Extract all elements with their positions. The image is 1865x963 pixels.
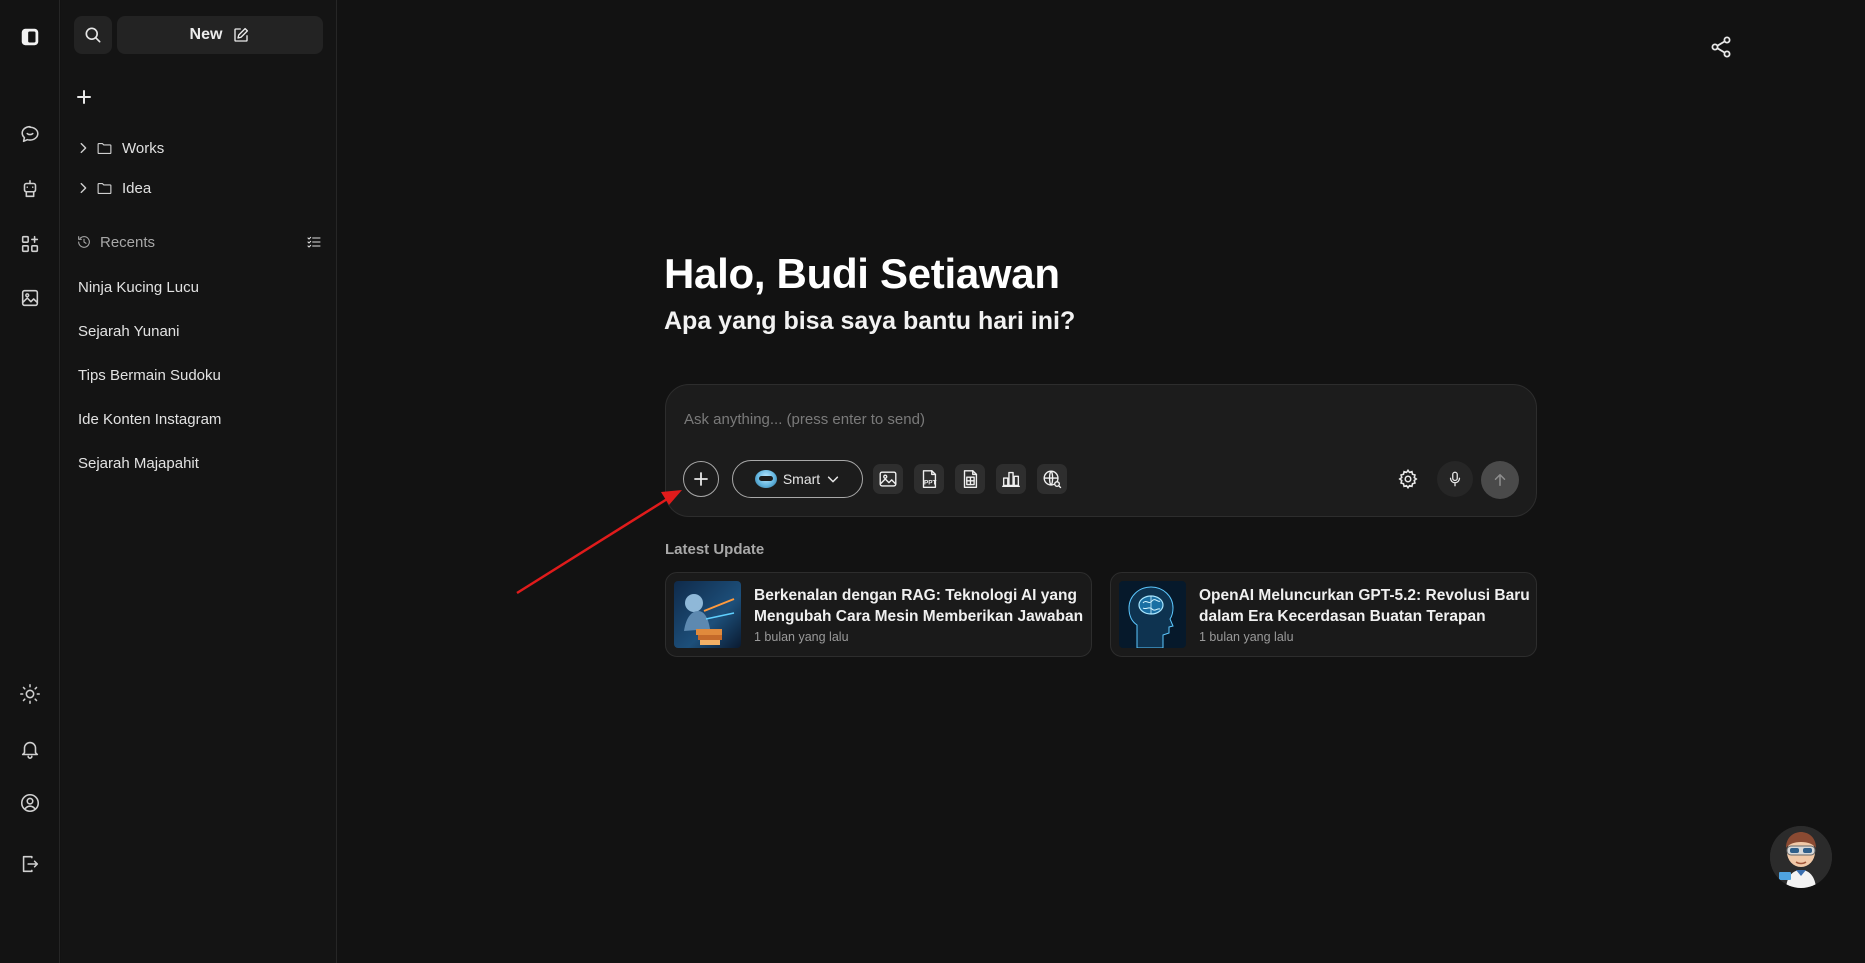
- settings-button[interactable]: [1393, 464, 1423, 494]
- folder-icon: [97, 182, 112, 194]
- assistant-avatar-button[interactable]: [1770, 826, 1832, 888]
- latest-update-label: Latest Update: [665, 541, 765, 558]
- folder-item-idea[interactable]: Idea: [76, 176, 151, 200]
- chevron-right-icon: [80, 142, 87, 154]
- folder-label: Idea: [122, 179, 152, 197]
- spreadsheet-icon: [963, 470, 978, 488]
- profile-button[interactable]: [10, 783, 50, 823]
- recent-chat-item[interactable]: Ide Konten Instagram: [78, 411, 221, 428]
- image-icon: [879, 471, 897, 487]
- add-folder-button[interactable]: [74, 87, 94, 107]
- recent-chat-item[interactable]: Tips Bermain Sudoku: [78, 367, 221, 384]
- toggle-sidebar-button[interactable]: [10, 17, 50, 57]
- web-search-tool-button[interactable]: [1037, 464, 1067, 494]
- apps-grid-icon: [21, 235, 39, 253]
- apps-nav-button[interactable]: [10, 224, 50, 264]
- edit-icon: [234, 27, 249, 42]
- microphone-icon: [1449, 471, 1461, 487]
- gallery-nav-button[interactable]: [10, 278, 50, 318]
- image-icon: [21, 289, 39, 307]
- sun-icon: [20, 684, 40, 704]
- attach-button[interactable]: [683, 461, 719, 497]
- sidebar: New Works Idea Recents Ninja Kucing Lucu…: [61, 0, 337, 963]
- news-title: Berkenalan dengan RAG: Teknologi AI yang…: [754, 587, 1084, 625]
- theme-toggle-button[interactable]: [10, 674, 50, 714]
- chat-bubble-icon: [21, 125, 39, 143]
- folder-label: Works: [122, 139, 165, 157]
- mode-label: Smart: [782, 471, 821, 487]
- news-thumbnail: [1119, 581, 1186, 648]
- recent-chat-item[interactable]: Ninja Kucing Lucu: [78, 279, 199, 296]
- chevron-right-icon: [80, 182, 87, 194]
- user-circle-icon: [20, 793, 40, 813]
- icon-rail: [0, 0, 60, 963]
- history-icon: [78, 236, 90, 248]
- share-icon: [1711, 36, 1731, 58]
- recent-chat-item[interactable]: Sejarah Majapahit: [78, 455, 199, 472]
- news-thumbnail: [674, 581, 741, 648]
- new-chat-button[interactable]: New: [117, 16, 323, 54]
- recents-label: Recents: [100, 233, 156, 251]
- chevron-down-icon: [828, 476, 839, 483]
- plus-icon: [694, 472, 708, 486]
- search-icon: [85, 27, 101, 43]
- spreadsheet-tool-button[interactable]: [955, 464, 985, 494]
- send-button[interactable]: [1481, 461, 1519, 499]
- recents-header: Recents: [76, 230, 322, 254]
- sidebar-toggle-icon: [21, 28, 39, 46]
- image-tool-button[interactable]: [873, 464, 903, 494]
- gear-icon: [1398, 468, 1418, 490]
- greeting-title: Halo, Budi Setiawan: [664, 250, 1060, 297]
- mode-select[interactable]: Smart: [732, 460, 863, 498]
- recent-chat-item[interactable]: Sejarah Yunani: [78, 323, 179, 340]
- assistant-nav-button[interactable]: [10, 169, 50, 209]
- arrow-up-icon: [1494, 474, 1506, 486]
- chart-tool-button[interactable]: [996, 464, 1026, 494]
- ppt-tool-button[interactable]: PPT: [914, 464, 944, 494]
- chat-composer: Smart PPT: [665, 384, 1537, 517]
- news-time: 1 bulan yang lalu: [1199, 630, 1294, 644]
- web-search-icon: [1043, 470, 1062, 489]
- new-chat-label: New: [189, 26, 223, 43]
- logout-icon: [22, 855, 39, 873]
- folder-item-works[interactable]: Works: [76, 136, 164, 160]
- bell-icon: [21, 741, 39, 759]
- plus-icon: [77, 90, 91, 104]
- search-button[interactable]: [74, 16, 112, 54]
- news-card[interactable]: OpenAI Meluncurkan GPT-5.2: Revolusi Bar…: [1110, 572, 1537, 657]
- svg-text:PPT: PPT: [924, 480, 937, 487]
- news-time: 1 bulan yang lalu: [754, 630, 849, 644]
- chat-nav-button[interactable]: [10, 114, 50, 154]
- voice-input-button[interactable]: [1437, 461, 1473, 497]
- notifications-button[interactable]: [10, 729, 50, 769]
- checklist-icon[interactable]: [306, 234, 322, 250]
- share-button[interactable]: [1706, 32, 1736, 62]
- news-title: OpenAI Meluncurkan GPT-5.2: Revolusi Bar…: [1199, 587, 1530, 625]
- smart-mode-icon: [754, 470, 777, 488]
- greeting-subtitle: Apa yang bisa saya bantu hari ini?: [664, 307, 1076, 335]
- news-card[interactable]: Berkenalan dengan RAG: Teknologi AI yang…: [665, 572, 1092, 657]
- avatar: [1770, 826, 1832, 888]
- folder-icon: [97, 142, 112, 154]
- logout-button[interactable]: [10, 844, 50, 884]
- ppt-icon: PPT: [922, 470, 937, 488]
- chart-icon: [1002, 471, 1020, 488]
- chat-input[interactable]: [684, 407, 1504, 431]
- robot-icon: [23, 179, 37, 198]
